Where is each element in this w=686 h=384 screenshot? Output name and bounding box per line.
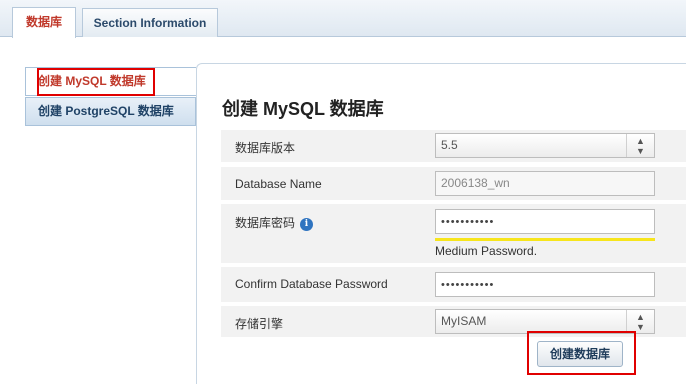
password-field[interactable]: ••••••••••• [435,209,655,234]
sidebar-item-create-mysql[interactable]: 创建 MySQL 数据库 [25,67,196,96]
tab-bar: 数据库 Section Information [0,0,686,38]
tab-database[interactable]: 数据库 [12,7,76,38]
form-row-password: 数据库密码 i ••••••••••• Medium Password. [221,203,686,263]
up-down-arrows-icon: ▲ ▼ [626,134,654,157]
version-select[interactable]: 5.5 ▲ ▼ [435,133,655,158]
confirm-value: ••••••••••• [441,279,495,291]
db-name-value: 2006138_wn [441,176,510,190]
create-database-button[interactable]: 创建数据库 [537,341,623,367]
up-down-arrows-icon: ▲ ▼ [626,310,654,333]
password-strength-bar [435,238,655,241]
password-label-wrap: 数据库密码 i [235,214,314,231]
version-value: 5.5 [441,138,458,152]
password-strength-text: Medium Password. [435,244,538,258]
password-label: 数据库密码 [235,216,296,230]
tab-section-information[interactable]: Section Information [82,8,218,37]
form-row-confirm: Confirm Database Password ••••••••••• [221,266,686,302]
password-value: ••••••••••• [441,216,495,228]
db-name-label: Database Name [235,177,322,191]
db-name-field[interactable]: 2006138_wn [435,171,655,196]
page-title: 创建 MySQL 数据库 [222,99,384,119]
sidebar-item-create-postgresql[interactable]: 创建 PostgreSQL 数据库 [25,97,196,126]
confirm-password-field[interactable]: ••••••••••• [435,272,655,297]
version-label: 数据库版本 [235,141,296,155]
confirm-label: Confirm Database Password [235,277,388,291]
engine-select[interactable]: MyISAM ▲ ▼ [435,309,655,334]
form-row-engine: 存储引擎 MyISAM ▲ ▼ [221,305,686,337]
form-row-db-name: Database Name 2006138_wn [221,166,686,200]
engine-value: MyISAM [441,314,487,328]
form-row-version: 数据库版本 5.5 ▲ ▼ [221,129,686,162]
info-icon[interactable]: i [300,218,314,231]
engine-label: 存储引擎 [235,317,284,331]
